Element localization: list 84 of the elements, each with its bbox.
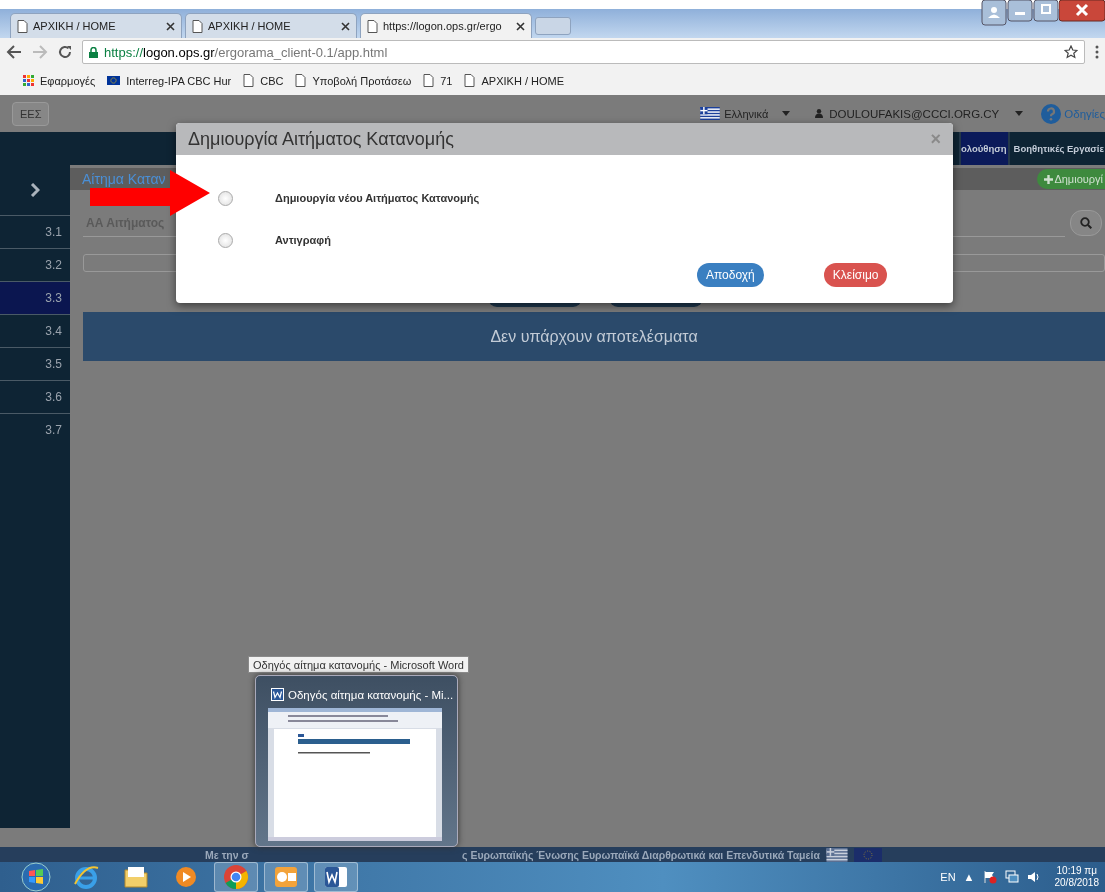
apps-icon bbox=[23, 75, 34, 86]
folder-icon bbox=[123, 865, 149, 889]
page-icon bbox=[367, 19, 378, 33]
greek-flag-icon bbox=[700, 107, 721, 120]
volume-icon[interactable] bbox=[1026, 870, 1041, 884]
page-icon bbox=[17, 19, 28, 33]
close-icon[interactable] bbox=[516, 21, 525, 31]
address-bar[interactable]: https://logon.ops.gr/ergorama_client-0.1/app.html bbox=[82, 40, 1085, 64]
word-icon bbox=[271, 688, 284, 701]
media-player-icon bbox=[174, 865, 198, 889]
page-icon bbox=[423, 74, 435, 87]
menu-icon[interactable] bbox=[1095, 45, 1099, 59]
bookmark[interactable]: 71 bbox=[423, 74, 453, 87]
option-label: Αντιγραφή bbox=[275, 234, 331, 246]
search-icon bbox=[1080, 217, 1092, 229]
sidebar-item[interactable]: 3.4 bbox=[0, 314, 70, 347]
tray-expand-button[interactable]: ▲ bbox=[963, 871, 975, 883]
browser-e-icon bbox=[73, 864, 99, 890]
sidebar-item[interactable]: 3.7 bbox=[0, 413, 70, 446]
mail-app-icon bbox=[273, 865, 299, 889]
page-title: Αίτημα Καταν bbox=[82, 171, 166, 187]
thumbnail-title: Οδηγός αίτημα κατανομής - Mi... bbox=[288, 688, 454, 701]
empty-results-message: Δεν υπάρχουν αποτελέσματα bbox=[83, 312, 1105, 361]
page-icon bbox=[243, 74, 255, 87]
tooltip: Οδηγός αίτημα κατανομής - Microsoft Word bbox=[248, 656, 469, 673]
chevron-right-icon[interactable] bbox=[30, 183, 40, 197]
close-icon[interactable] bbox=[166, 21, 175, 31]
clock[interactable]: 10:19 πμ 20/8/2018 bbox=[1054, 865, 1099, 889]
browser-tab[interactable]: ΑΡΧΙΚΗ / HOME bbox=[10, 13, 182, 38]
star-icon[interactable] bbox=[1064, 45, 1078, 59]
plus-icon bbox=[1044, 174, 1054, 184]
nav-tab[interactable]: ολούθηση bbox=[959, 132, 1008, 165]
browser-tab[interactable]: ΑΡΧΙΚΗ / HOME bbox=[185, 13, 357, 38]
reload-icon[interactable] bbox=[58, 45, 72, 59]
minimize-icon[interactable] bbox=[1007, 0, 1033, 22]
taskbar-app[interactable] bbox=[264, 862, 308, 892]
browser-tab[interactable]: https://logon.ops.gr/ergo bbox=[360, 13, 532, 38]
sidebar-item[interactable]: 3.5 bbox=[0, 347, 70, 380]
bookmark[interactable]: Υποβολή Προτάσεω bbox=[295, 74, 412, 87]
flag-icon bbox=[107, 76, 121, 85]
program-button[interactable]: ΕΕΣ bbox=[12, 101, 50, 126]
nav-tab[interactable]: Βοηθητικές Εργασίε bbox=[1007, 132, 1105, 165]
footer-text: ς Ευρωπαϊκής Ένωσης Ευρωπαϊκά Διαρθρωτικά και Επενδυτικά Ταμεία bbox=[462, 848, 820, 861]
flag-icon[interactable] bbox=[982, 870, 997, 884]
word-icon bbox=[323, 865, 349, 889]
bookmark[interactable]: Εφαρμογές bbox=[23, 74, 96, 87]
page-icon bbox=[464, 74, 476, 87]
network-icon[interactable] bbox=[1004, 870, 1019, 884]
user-menu[interactable]: DOULOUFAKIS@CCCI.ORG.CY bbox=[815, 107, 1024, 120]
profile-icon[interactable] bbox=[981, 0, 1007, 26]
bookmark[interactable]: CBC bbox=[243, 74, 284, 87]
dialog-title: Δημιουργία Αιτήματος Κατανομής bbox=[188, 128, 455, 150]
taskbar-app[interactable] bbox=[314, 862, 358, 892]
eu-flag-icon bbox=[853, 847, 882, 862]
search-button[interactable] bbox=[1070, 210, 1102, 236]
sidebar-item[interactable]: 3.1 bbox=[0, 215, 70, 248]
accept-button[interactable]: Αποδοχή bbox=[697, 263, 764, 287]
user-icon bbox=[815, 109, 824, 118]
taskbar-app[interactable] bbox=[214, 862, 258, 892]
maximize-icon[interactable] bbox=[1033, 0, 1059, 22]
windows-logo-icon bbox=[21, 862, 51, 892]
caret-icon bbox=[1015, 111, 1024, 116]
lock-icon bbox=[89, 46, 98, 58]
window-thumbnail[interactable]: Οδηγός αίτημα κατανομής - Mi... bbox=[255, 675, 458, 847]
radio-button[interactable] bbox=[218, 232, 233, 248]
page-icon bbox=[192, 19, 203, 33]
sidebar-item[interactable]: 3.3 bbox=[0, 281, 70, 314]
language-selector[interactable]: Ελληνικά bbox=[700, 107, 794, 120]
close-icon[interactable] bbox=[341, 21, 350, 31]
create-button[interactable]: Δημιουργί bbox=[1037, 169, 1105, 189]
option-label: Δημιουργία νέου Αιτήματος Κατανομής bbox=[275, 192, 480, 204]
close-button[interactable]: Κλείσιμο bbox=[823, 263, 888, 287]
caret-icon bbox=[782, 111, 791, 116]
chrome-icon bbox=[223, 864, 249, 890]
language-indicator[interactable]: EN bbox=[940, 871, 956, 883]
radio-button[interactable] bbox=[218, 190, 233, 206]
bookmark[interactable]: ΑΡΧΙΚΗ / HOME bbox=[464, 74, 564, 87]
sidebar-item[interactable]: 3.6 bbox=[0, 380, 70, 413]
page-icon bbox=[295, 74, 307, 87]
help-icon bbox=[1041, 103, 1062, 124]
close-icon[interactable] bbox=[1059, 0, 1105, 22]
bookmark[interactable]: Interreg-IPA CBC Hur bbox=[107, 74, 232, 87]
footer-text: Με την σ bbox=[205, 848, 250, 861]
back-icon[interactable] bbox=[6, 45, 22, 59]
